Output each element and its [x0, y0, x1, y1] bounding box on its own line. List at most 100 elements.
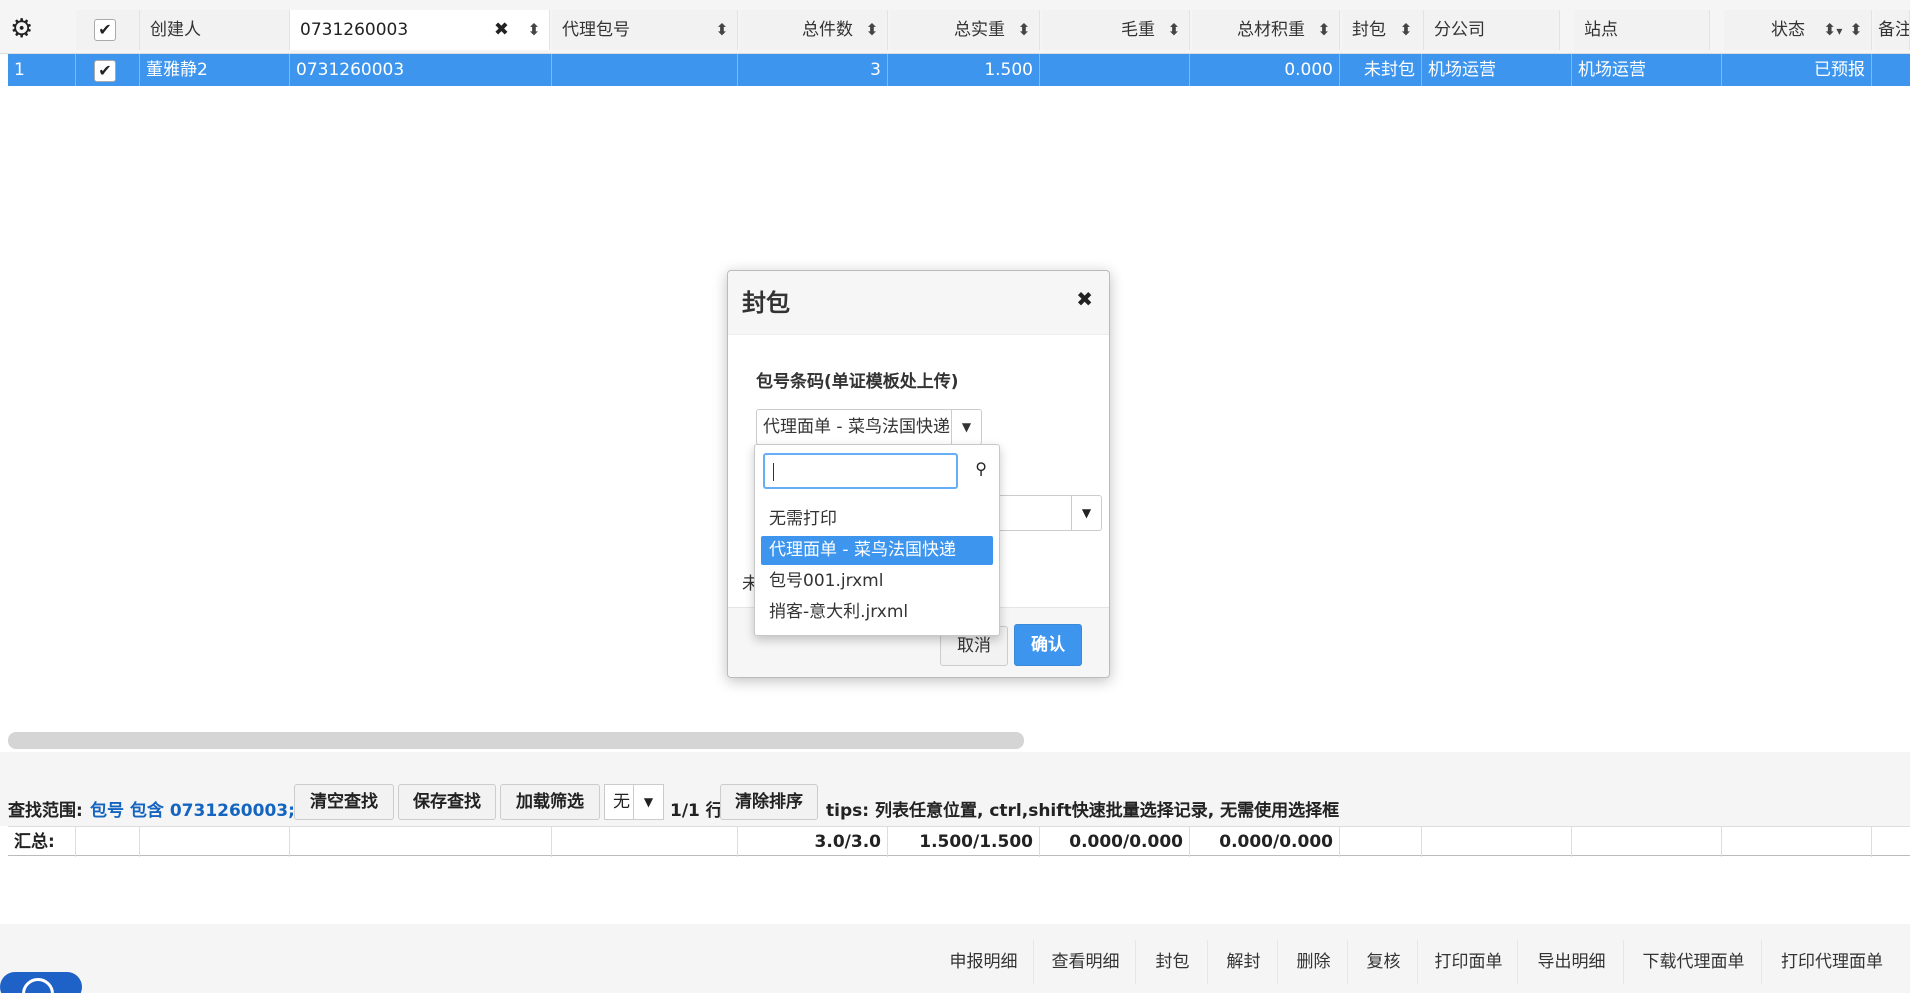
filter-select[interactable]: 无 ▼ — [604, 784, 664, 820]
barcode-template-label: 包号条码(单证模板处上传) — [756, 372, 959, 392]
clear-filter-icon[interactable]: ✖ — [494, 10, 509, 50]
template-select-value: 代理面单 - 菜鸟法国快递 — [763, 417, 950, 437]
summary-cell — [1340, 827, 1422, 857]
delete-button[interactable]: 删除 — [1280, 940, 1348, 984]
search-toolbar: 查找范围: 包号 包含 0731260003; 清空查找 保存查找 加载筛选 无… — [0, 752, 1910, 826]
dropdown-option[interactable]: 捎客-意大利.jrxml — [761, 598, 993, 627]
sort-icon[interactable] — [715, 10, 729, 50]
dropdown-option-selected[interactable]: 代理面单 - 菜鸟法国快递 — [761, 536, 993, 565]
chevron-down-icon[interactable]: ▼ — [951, 410, 981, 444]
template-dropdown: ⚲ 无需打印 代理面单 - 菜鸟法国快递 包号001.jrxml 捎客-意大利.… — [754, 444, 1000, 636]
summary-label: 汇总: — [8, 827, 76, 857]
col-sealed[interactable]: 封包 — [1342, 10, 1424, 50]
sort-icon[interactable] — [1317, 10, 1331, 50]
col-creator-label: 创建人 — [150, 20, 201, 40]
action-bar: 申报明细 查看明细 封包 解封 删除 复核 打印面单 导出明细 下载代理面单 打… — [0, 924, 1910, 993]
dropdown-search-input[interactable] — [763, 453, 958, 489]
summary-cell — [1572, 827, 1722, 857]
unseal-button[interactable]: 解封 — [1210, 940, 1278, 984]
col-vol-weight[interactable]: 总材积重 — [1192, 10, 1340, 50]
summary-cell — [1722, 827, 1872, 857]
row-package-no: 0731260003 — [290, 54, 552, 86]
chevron-down-icon[interactable]: ▼ — [1071, 496, 1101, 530]
sort-icon[interactable] — [527, 10, 541, 50]
col-remark[interactable]: 备注 — [1874, 10, 1910, 50]
scope-label: 查找范围: — [8, 801, 83, 821]
col-site-label: 站点 — [1584, 20, 1618, 40]
gear-icon[interactable]: ⚙ — [10, 16, 36, 42]
col-gross-weight-label: 毛重 — [1121, 20, 1155, 40]
row-total-weight: 1.500 — [888, 54, 1040, 86]
summary-cell — [76, 827, 140, 857]
page: ⚙ ✔ 创建人 0731260003 ✖ 代理包号 总件数 总实重 毛重 总材积… — [0, 0, 1910, 993]
row-site: 机场运营 — [1572, 54, 1722, 86]
row-index: 1 — [8, 54, 76, 86]
view-detail-button[interactable]: 查看明细 — [1036, 940, 1136, 984]
col-status-label: 状态 — [1771, 20, 1805, 40]
table-row[interactable]: 1 ✔ 董雅静2 0731260003 3 1.500 0.000 未封包 机场… — [8, 54, 1910, 86]
row-creator: 董雅静2 — [140, 54, 290, 86]
template-select[interactable]: 代理面单 - 菜鸟法国快递 ▼ — [756, 409, 982, 445]
row-select[interactable]: ✔ — [76, 54, 140, 86]
seal-button[interactable]: 封包 — [1138, 940, 1208, 984]
dropdown-option[interactable]: 无需打印 — [761, 505, 993, 534]
row-total-pieces: 3 — [738, 54, 888, 86]
row-vol-weight: 0.000 — [1190, 54, 1340, 86]
row-agent-pkg — [552, 54, 738, 86]
print-label-button[interactable]: 打印面单 — [1420, 940, 1518, 984]
summary-weight: 1.500/1.500 — [888, 827, 1040, 857]
col-gross-weight[interactable]: 毛重 — [1042, 10, 1190, 50]
col-creator[interactable]: 创建人 — [140, 10, 290, 50]
col-sealed-label: 封包 — [1352, 20, 1386, 40]
clear-search-button[interactable]: 清空查找 — [294, 784, 394, 820]
export-detail-button[interactable]: 导出明细 — [1520, 940, 1624, 984]
save-search-button[interactable]: 保存查找 — [398, 784, 496, 820]
summary-cell — [1422, 827, 1572, 857]
select-all-header: ✔ — [76, 10, 140, 50]
sort-icon[interactable] — [865, 10, 879, 50]
chat-icon[interactable] — [0, 972, 82, 993]
summary-pieces: 3.0/3.0 — [738, 827, 888, 857]
dropdown-icon[interactable]: ▾ — [1823, 10, 1842, 50]
sort-icon[interactable] — [1167, 10, 1181, 50]
declare-detail-button[interactable]: 申报明细 — [934, 940, 1034, 984]
row-count: 1/1 行 — [670, 801, 723, 821]
row-gross-weight — [1040, 54, 1190, 86]
close-icon[interactable]: ✖ — [1076, 287, 1093, 311]
chevron-down-icon[interactable]: ▼ — [633, 785, 663, 819]
dropdown-option[interactable]: 包号001.jrxml — [761, 567, 993, 596]
row-status: 已预报 — [1722, 54, 1872, 86]
filter-select-value: 无 — [613, 792, 630, 812]
confirm-button[interactable]: 确认 — [1014, 624, 1082, 666]
col-total-weight[interactable]: 总实重 — [890, 10, 1040, 50]
sort-icon[interactable] — [1849, 10, 1863, 50]
horizontal-scrollbar[interactable] — [8, 732, 1024, 749]
print-agent-label-button[interactable]: 打印代理面单 — [1764, 940, 1900, 984]
col-status[interactable]: 状态 ▾ — [1724, 10, 1872, 50]
summary-cell — [290, 827, 552, 857]
download-agent-label-button[interactable]: 下载代理面单 — [1626, 940, 1762, 984]
select-all-checkbox[interactable]: ✔ — [94, 19, 116, 41]
col-site[interactable]: 站点 — [1574, 10, 1710, 50]
scope-value[interactable]: 包号 包含 0731260003; — [90, 796, 295, 821]
col-total-weight-label: 总实重 — [954, 20, 1005, 40]
row-checkbox[interactable]: ✔ — [94, 60, 116, 82]
review-button[interactable]: 复核 — [1350, 940, 1418, 984]
row-sealed: 未封包 — [1340, 54, 1422, 86]
key-icon[interactable] — [1397, 10, 1415, 50]
row-branch: 机场运营 — [1422, 54, 1572, 86]
package-filter-input[interactable]: 0731260003 ✖ — [290, 10, 550, 50]
col-total-pieces[interactable]: 总件数 — [740, 10, 888, 50]
col-branch-label: 分公司 — [1434, 20, 1485, 40]
col-branch[interactable]: 分公司 — [1424, 10, 1560, 50]
clear-sort-button[interactable]: 清除排序 — [720, 784, 818, 820]
summary-vol: 0.000/0.000 — [1190, 827, 1340, 857]
search-icon[interactable]: ⚲ — [975, 459, 987, 478]
sort-icon[interactable] — [1017, 10, 1031, 50]
col-total-pieces-label: 总件数 — [802, 20, 853, 40]
package-filter-value: 0731260003 — [300, 20, 409, 40]
col-remark-label: 备注 — [1878, 20, 1910, 40]
col-agent-pkg[interactable]: 代理包号 — [552, 10, 738, 50]
dialog-title: 封包 — [728, 271, 1109, 335]
load-filter-button[interactable]: 加载筛选 — [500, 784, 600, 820]
